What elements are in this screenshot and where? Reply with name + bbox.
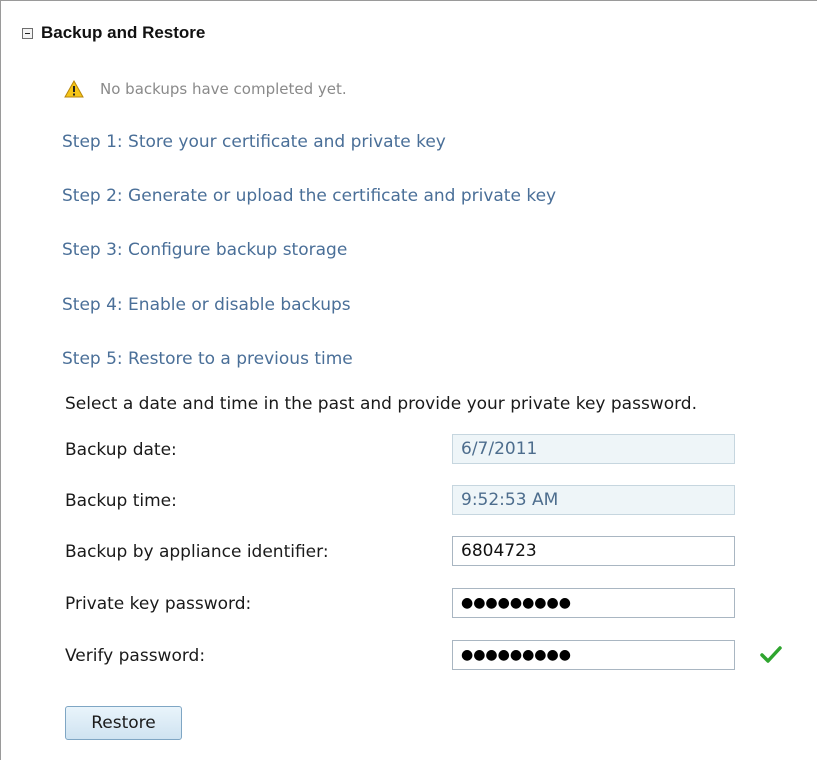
step-5-link[interactable]: Step 5: Restore to a previous time <box>62 349 353 369</box>
step-2-link[interactable]: Step 2: Generate or upload the certifica… <box>62 186 556 206</box>
section-header[interactable]: Backup and Restore <box>22 22 205 44</box>
appliance-id-input[interactable]: 6804723 <box>452 536 735 566</box>
restore-instruction: Select a date and time in the past and p… <box>65 394 697 414</box>
verify-password-label: Verify password: <box>65 646 206 666</box>
warning-icon <box>64 79 84 98</box>
step-1-link[interactable]: Step 1: Store your certificate and priva… <box>62 132 446 152</box>
backup-date-field[interactable]: 6/7/2011 <box>452 434 735 464</box>
backup-warning: No backups have completed yet. <box>64 78 347 100</box>
verify-password-input[interactable]: ●●●●●●●●● <box>452 640 735 670</box>
backup-time-field[interactable]: 9:52:53 AM <box>452 485 735 515</box>
checkmark-icon <box>760 645 782 665</box>
appliance-id-label: Backup by appliance identifier: <box>65 542 329 562</box>
warning-text: No backups have completed yet. <box>100 80 347 98</box>
restore-button[interactable]: Restore <box>65 706 182 740</box>
private-key-password-input[interactable]: ●●●●●●●●● <box>452 588 735 618</box>
section-title: Backup and Restore <box>41 23 206 42</box>
backup-time-label: Backup time: <box>65 491 177 511</box>
private-key-password-label: Private key password: <box>65 594 252 614</box>
step-3-link[interactable]: Step 3: Configure backup storage <box>62 240 347 260</box>
backup-date-label: Backup date: <box>65 440 177 460</box>
collapse-icon[interactable] <box>22 27 33 39</box>
step-4-link[interactable]: Step 4: Enable or disable backups <box>62 295 351 315</box>
